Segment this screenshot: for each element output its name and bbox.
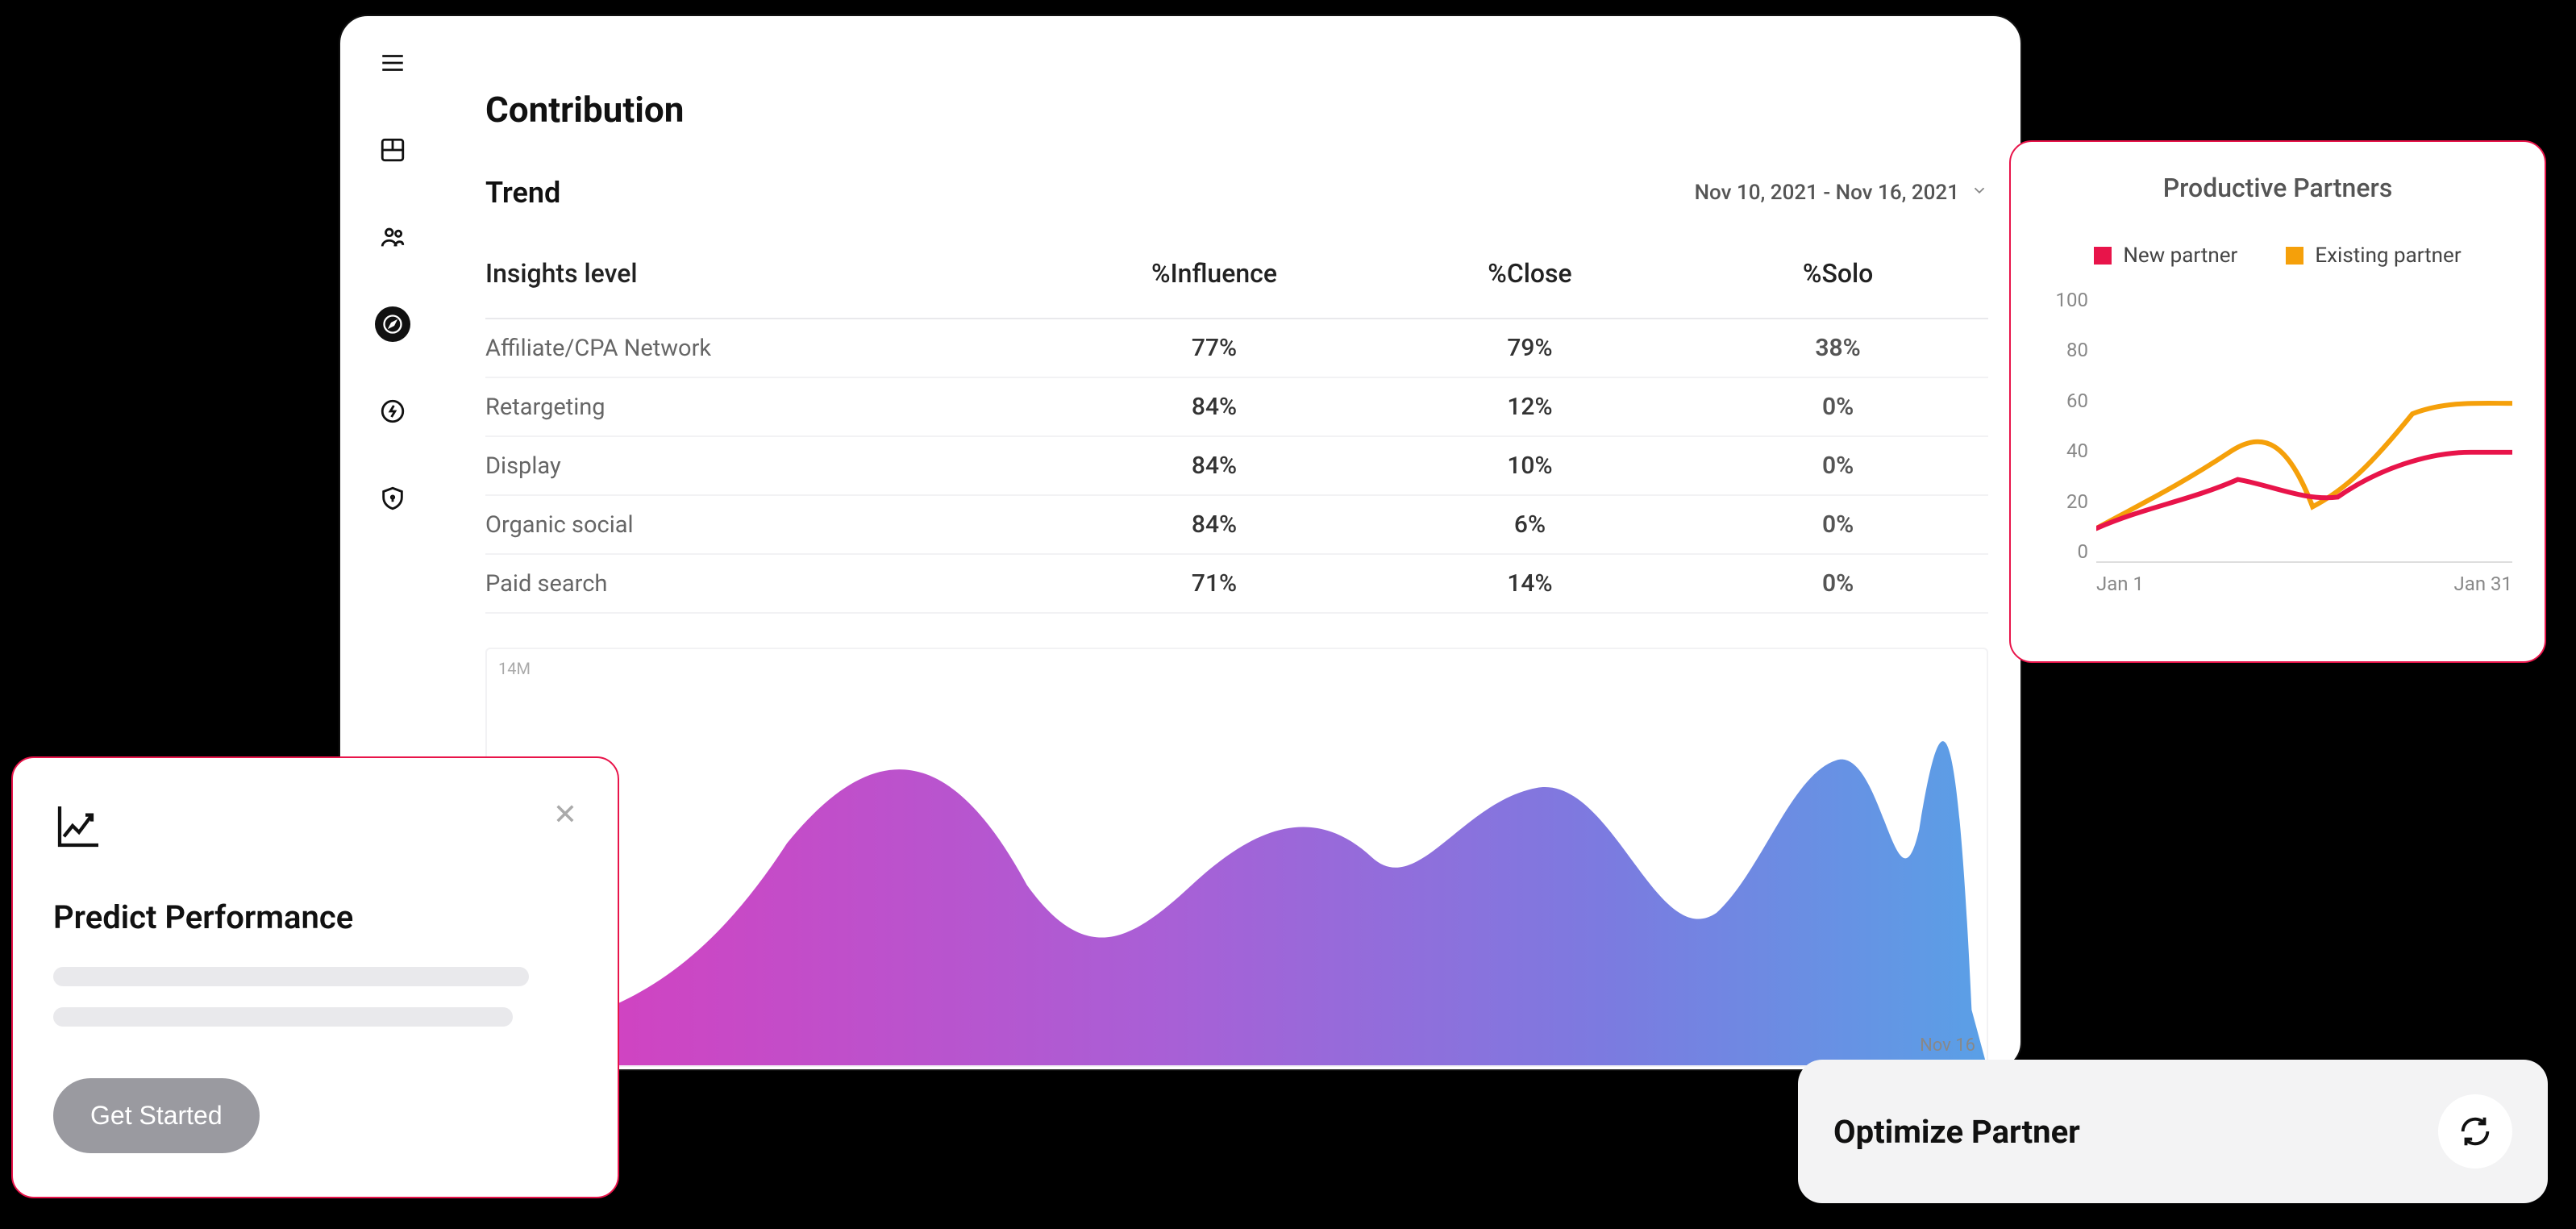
swatch-pink-icon — [2094, 247, 2112, 265]
y-tick: 60 — [2066, 390, 2088, 412]
users-icon[interactable] — [375, 219, 410, 255]
cell-influence: 77% — [1056, 319, 1371, 377]
table-row: Affiliate/CPA Network77%79%38% — [485, 319, 1988, 377]
optimize-title: Optimize Partner — [1833, 1113, 2080, 1151]
chevron-down-icon — [1970, 181, 1988, 205]
row-label: Display — [485, 436, 1056, 495]
cell-solo: 0% — [1688, 377, 1988, 436]
legend-new-partner: New partner — [2094, 244, 2237, 268]
shield-icon[interactable] — [375, 481, 410, 516]
trend-area-chart: 14M Nov 16 — [485, 648, 1988, 1067]
pp-line-chart: 100 80 60 40 20 0 Jan 1 Jan 31 — [2043, 289, 2512, 595]
table-row: Paid search71%14%0% — [485, 554, 1988, 613]
line-existing-partner — [2096, 403, 2512, 528]
row-label: Affiliate/CPA Network — [485, 319, 1056, 377]
trend-heading: Trend — [485, 176, 560, 210]
y-tick: 40 — [2066, 440, 2088, 462]
optimize-partner-card: Optimize Partner — [1798, 1060, 2548, 1203]
col-insights-level: Insights level — [485, 250, 1056, 319]
y-tick: 20 — [2066, 490, 2088, 513]
productive-partners-title: Productive Partners — [2043, 173, 2512, 203]
date-range-label: Nov 10, 2021 - Nov 16, 2021 — [1695, 181, 1959, 205]
cell-influence: 84% — [1056, 377, 1371, 436]
menu-icon[interactable] — [375, 45, 410, 81]
row-label: Organic social — [485, 495, 1056, 554]
cell-close: 6% — [1372, 495, 1688, 554]
refresh-button[interactable] — [2438, 1094, 2512, 1169]
cell-solo: 0% — [1688, 495, 1988, 554]
cell-close: 14% — [1372, 554, 1688, 613]
get-started-button[interactable]: Get Started — [53, 1078, 260, 1153]
cell-close: 10% — [1372, 436, 1688, 495]
cell-solo: 0% — [1688, 436, 1988, 495]
cell-influence: 71% — [1056, 554, 1371, 613]
pp-x-end: Jan 31 — [2454, 573, 2512, 595]
bolt-icon[interactable] — [375, 394, 410, 429]
table-row: Organic social84%6%0% — [485, 495, 1988, 554]
y-tick: 100 — [2056, 289, 2088, 311]
skeleton-line — [53, 1007, 513, 1027]
cell-close: 12% — [1372, 377, 1688, 436]
pp-x-start: Jan 1 — [2096, 573, 2144, 595]
cell-influence: 84% — [1056, 495, 1371, 554]
col-influence: %Influence — [1056, 250, 1371, 319]
productive-partners-card: Productive Partners New partner Existing… — [2009, 140, 2546, 663]
row-label: Paid search — [485, 554, 1056, 613]
close-icon[interactable]: ✕ — [553, 800, 577, 829]
table-row: Display84%10%0% — [485, 436, 1988, 495]
skeleton-line — [53, 967, 529, 986]
cell-influence: 84% — [1056, 436, 1371, 495]
legend-new-label: New partner — [2123, 244, 2237, 268]
cell-solo: 38% — [1688, 319, 1988, 377]
cell-close: 79% — [1372, 319, 1688, 377]
dashboard-icon[interactable] — [375, 132, 410, 168]
y-tick: 0 — [2078, 540, 2089, 563]
date-range-picker[interactable]: Nov 10, 2021 - Nov 16, 2021 — [1695, 181, 1988, 205]
page-title: Contribution — [485, 89, 1988, 131]
insights-table: Insights level %Influence %Close %Solo A… — [485, 250, 1988, 614]
cell-solo: 0% — [1688, 554, 1988, 613]
area-chart-xend: Nov 16 — [1920, 1035, 1975, 1056]
legend-existing-partner: Existing partner — [2286, 244, 2461, 268]
compass-icon[interactable] — [375, 306, 410, 342]
predict-title: Predict Performance — [53, 898, 577, 936]
col-solo: %Solo — [1688, 250, 1988, 319]
row-label: Retargeting — [485, 377, 1056, 436]
content-area: Contribution Trend Nov 10, 2021 - Nov 16… — [485, 89, 1988, 1045]
col-close: %Close — [1372, 250, 1688, 319]
predict-performance-card: ✕ Predict Performance Get Started — [11, 756, 619, 1198]
table-row: Retargeting84%12%0% — [485, 377, 1988, 436]
swatch-orange-icon — [2286, 247, 2303, 265]
pp-legend: New partner Existing partner — [2043, 244, 2512, 268]
legend-existing-label: Existing partner — [2315, 244, 2461, 268]
y-tick: 80 — [2066, 339, 2088, 361]
line-chart-icon — [53, 800, 105, 855]
